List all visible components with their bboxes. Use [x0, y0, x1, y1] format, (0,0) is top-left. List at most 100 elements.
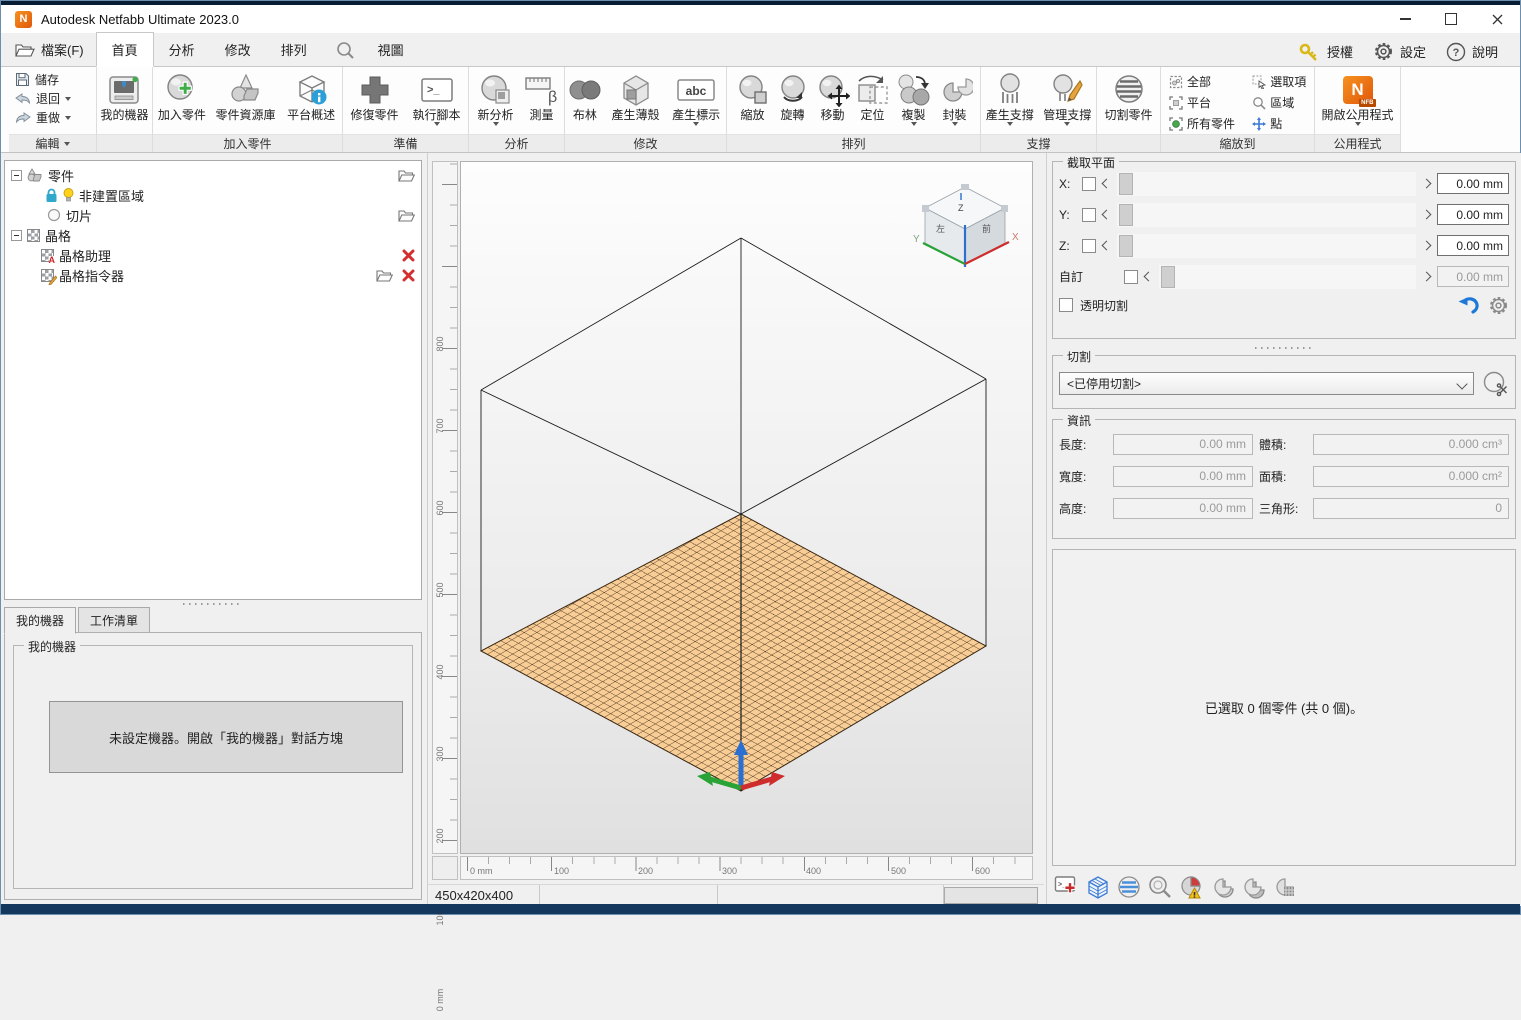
delete-icon[interactable]: [402, 269, 415, 282]
tab-my-machine[interactable]: 我的機器: [4, 607, 76, 634]
clip-custom-checkbox[interactable]: [1124, 270, 1138, 284]
run-script-dropdown-icon[interactable]: [434, 122, 440, 126]
help-button[interactable]: ? 說明: [1438, 38, 1506, 66]
tab-view[interactable]: 視圖: [363, 33, 419, 66]
clip-y-decrease-icon[interactable]: [1102, 210, 1112, 220]
minimize-button[interactable]: [1382, 5, 1428, 33]
pack-button[interactable]: 封裝: [935, 69, 975, 126]
repair-part-button[interactable]: 修復零件: [344, 69, 406, 122]
boolean-button[interactable]: 布林: [565, 69, 605, 122]
tab-worklist[interactable]: 工作清單: [78, 607, 150, 634]
cut-scissors-icon[interactable]: [1482, 370, 1509, 397]
open-folder-icon[interactable]: [398, 169, 415, 182]
file-menu-button[interactable]: 檔案(F): [1, 34, 96, 66]
create-support-dropdown-icon[interactable]: [1007, 122, 1013, 126]
scale-button[interactable]: 縮放: [733, 69, 773, 122]
lattice-view-button[interactable]: [1084, 873, 1112, 901]
new-analysis-button[interactable]: 新分析: [471, 69, 521, 126]
pack-machine-button[interactable]: [1270, 873, 1298, 901]
clip-x-decrease-icon[interactable]: [1102, 179, 1112, 189]
zoom-platform-button[interactable]: 平台: [1169, 93, 1248, 112]
open-utility-dropdown-icon[interactable]: [1355, 122, 1361, 126]
tree-item-lattice-assistant[interactable]: A 晶格助理: [5, 245, 421, 265]
undo-button[interactable]: 退回: [15, 89, 71, 108]
position-button[interactable]: 定位: [853, 69, 893, 122]
clip-z-value[interactable]: 0.00 mm: [1437, 235, 1509, 256]
clip-y-slider[interactable]: [1117, 203, 1416, 227]
clip-x-slider-thumb[interactable]: [1119, 173, 1133, 195]
new-script-button[interactable]: >_: [1053, 873, 1081, 901]
clip-custom-slider[interactable]: [1159, 265, 1416, 289]
manage-support-dropdown-icon[interactable]: [1064, 122, 1070, 126]
clip-x-value[interactable]: 0.00 mm: [1437, 173, 1509, 194]
magnify-button[interactable]: [1146, 873, 1174, 901]
clip-z-decrease-icon[interactable]: [1102, 241, 1112, 251]
move-button[interactable]: 移動: [813, 69, 853, 122]
create-label-dropdown-icon[interactable]: [693, 122, 699, 126]
add-part-button[interactable]: 加入零件: [153, 69, 211, 122]
tab-arrange[interactable]: 排列: [266, 33, 322, 66]
clip-z-increase-icon[interactable]: [1422, 241, 1432, 251]
save-button[interactable]: 儲存: [15, 70, 59, 89]
clip-z-slider[interactable]: [1117, 234, 1416, 258]
pack-view-button[interactable]: [1208, 873, 1236, 901]
zoom-region-button[interactable]: 區域: [1252, 93, 1314, 112]
collapse-icon[interactable]: [11, 170, 22, 181]
create-shell-button[interactable]: 產生薄殼: [605, 69, 667, 122]
tab-modify[interactable]: 修改: [210, 33, 266, 66]
zoom-point-button[interactable]: 點: [1252, 114, 1314, 133]
license-button[interactable]: 授權: [1291, 38, 1361, 65]
clip-y-checkbox[interactable]: [1082, 208, 1096, 222]
manage-support-button[interactable]: 管理支撐: [1039, 69, 1097, 126]
no-machine-button[interactable]: 未設定機器。開啟「我的機器」對話方塊: [49, 701, 403, 773]
tree-item-lattice-commander[interactable]: 晶格指令器: [5, 265, 421, 285]
scene-3d[interactable]: Z 左 前 Y X: [460, 161, 1033, 854]
clip-x-checkbox[interactable]: [1082, 177, 1096, 191]
collapse-icon[interactable]: [11, 230, 22, 241]
splitter-handle[interactable]: [183, 602, 239, 606]
pack-3d-button[interactable]: [1239, 873, 1267, 901]
redo-dropdown-icon[interactable]: [65, 116, 71, 120]
create-label-button[interactable]: abc 產生標示: [666, 69, 726, 126]
tree-item-parts[interactable]: 零件: [5, 165, 421, 185]
open-folder-icon[interactable]: [376, 269, 393, 282]
my-machine-button[interactable]: 我的機器: [100, 69, 148, 122]
new-analysis-dropdown-icon[interactable]: [493, 122, 499, 126]
bulb-icon[interactable]: [63, 188, 74, 203]
cut-mode-dropdown[interactable]: <已停用切割>: [1059, 372, 1474, 395]
open-folder-icon[interactable]: [398, 209, 415, 222]
clip-y-value[interactable]: 0.00 mm: [1437, 204, 1509, 225]
ribbon-caption-edit[interactable]: 編輯: [9, 134, 96, 152]
titlebar[interactable]: N Autodesk Netfabb Ultimate 2023.0: [1, 5, 1520, 33]
measure-button[interactable]: β 測量: [521, 69, 563, 122]
create-support-button[interactable]: 產生支撐: [981, 69, 1039, 126]
transparent-cut-checkbox[interactable]: [1059, 298, 1073, 312]
delete-icon[interactable]: [402, 249, 415, 262]
maximize-button[interactable]: [1428, 5, 1474, 33]
settings-button[interactable]: 設定: [1365, 37, 1434, 66]
cut-part-button[interactable]: 切割零件: [1099, 69, 1159, 122]
clip-z-checkbox[interactable]: [1082, 239, 1096, 253]
clip-x-increase-icon[interactable]: [1422, 179, 1432, 189]
close-button[interactable]: [1474, 5, 1520, 33]
undo-dropdown-icon[interactable]: [65, 97, 71, 101]
rotate-button[interactable]: 旋轉: [773, 69, 813, 122]
clip-x-slider[interactable]: [1117, 172, 1416, 196]
pack-dropdown-icon[interactable]: [952, 122, 958, 126]
clip-custom-slider-thumb[interactable]: [1161, 266, 1175, 288]
tab-analysis[interactable]: 分析: [154, 33, 210, 66]
zoom-selection-button[interactable]: 選取項: [1252, 72, 1314, 91]
open-utility-button[interactable]: NNFB 開啟公用程式: [1317, 69, 1399, 126]
splitter-handle[interactable]: [1255, 346, 1311, 350]
navcube-label-left[interactable]: 左: [936, 223, 945, 234]
reset-clipping-icon[interactable]: [1458, 295, 1481, 315]
run-script-button[interactable]: >_ 執行腳本: [406, 69, 468, 126]
redo-button[interactable]: 重做: [15, 108, 71, 127]
search-button[interactable]: [322, 36, 363, 66]
duplicate-button[interactable]: 複製: [893, 69, 935, 126]
zoom-all-button[interactable]: 全部: [1169, 72, 1248, 91]
tree-item-lattice[interactable]: 晶格: [5, 225, 421, 245]
clip-custom-decrease-icon[interactable]: [1144, 272, 1154, 282]
clip-custom-increase-icon[interactable]: [1422, 272, 1432, 282]
slices-view-button[interactable]: [1115, 873, 1143, 901]
